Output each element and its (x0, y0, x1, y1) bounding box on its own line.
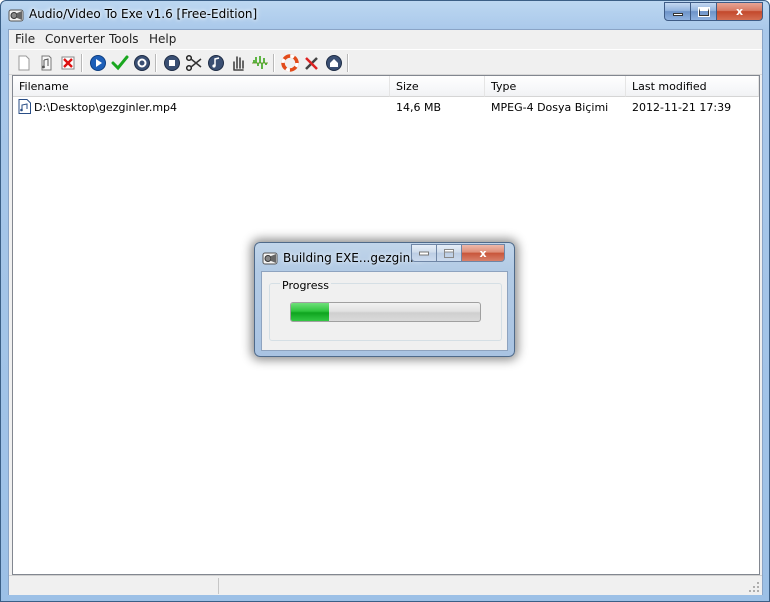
file-type: MPEG-4 Dosya Biçimi (491, 101, 609, 114)
column-header-type[interactable]: Type (485, 76, 626, 97)
file-name: D:\Desktop\gezginler.mp4 (34, 101, 178, 114)
new-button[interactable] (15, 54, 33, 72)
column-header-size[interactable]: Size (390, 76, 485, 97)
waveform-button[interactable] (251, 54, 269, 72)
status-bar (9, 575, 762, 595)
status-pane (219, 578, 749, 594)
waveform-icon (252, 56, 268, 69)
toolbar-separator (81, 54, 83, 72)
media-file-icon (18, 99, 31, 114)
toolbar (9, 49, 762, 75)
open-button[interactable] (37, 54, 55, 72)
maximize-icon (697, 6, 710, 17)
new-icon (18, 55, 30, 71)
title-bar[interactable]: Audio/Video To Exe v1.6 [Free-Edition] x (1, 1, 769, 29)
resize-grip-icon[interactable] (749, 582, 760, 593)
delete-icon (61, 56, 75, 70)
play-icon (90, 55, 106, 71)
open-icon (41, 55, 52, 71)
check-button[interactable] (111, 54, 129, 72)
help-button[interactable] (281, 54, 299, 72)
stop-button[interactable] (163, 54, 181, 72)
file-size: 14,6 MB (396, 101, 442, 114)
dialog-maximize-button[interactable] (437, 244, 462, 262)
dialog-body: Progress (261, 271, 508, 351)
progress-bar (290, 302, 481, 322)
column-header-filename[interactable]: Filename (13, 76, 390, 97)
menu-tools[interactable]: Tools (109, 32, 139, 46)
cut-button[interactable] (185, 54, 203, 72)
music-button[interactable] (207, 54, 225, 72)
settings-button[interactable] (133, 54, 151, 72)
caption-buttons: x (664, 2, 763, 22)
table-row[interactable]: D:\Desktop\gezginler.mp4 14,6 MB MPEG-4 … (13, 98, 759, 116)
lifebuoy-icon (281, 54, 299, 72)
app-icon (8, 9, 24, 22)
progress-fill (291, 303, 329, 321)
progress-group-label: Progress (280, 279, 331, 292)
dialog-minimize-button[interactable] (411, 244, 437, 262)
tools-button[interactable] (303, 54, 321, 72)
home-button[interactable] (325, 54, 343, 72)
window-title: Audio/Video To Exe v1.6 [Free-Edition] (29, 7, 258, 21)
menu-file[interactable]: File (15, 32, 35, 46)
column-header-modified[interactable]: Last modified (626, 76, 759, 97)
hand-icon (233, 56, 244, 71)
close-icon: x (479, 246, 487, 260)
check-icon (111, 55, 129, 71)
hand-button[interactable] (229, 54, 247, 72)
dialog-caption-buttons: x (411, 244, 505, 262)
minimize-icon (672, 13, 683, 16)
toolbar-separator (273, 54, 275, 72)
tools-icon (305, 57, 318, 70)
menu-help[interactable]: Help (149, 32, 176, 46)
progress-dialog: Building EXE...gezginler.... x Progress (254, 242, 515, 357)
home-icon (326, 55, 342, 71)
settings-icon (134, 55, 150, 71)
play-button[interactable] (89, 54, 107, 72)
toolbar-separator (347, 54, 349, 72)
maximize-button[interactable] (691, 2, 717, 21)
menu-converter[interactable]: Converter (45, 32, 105, 46)
file-modified: 2012-11-21 17:39 (632, 101, 732, 114)
close-button[interactable]: x (717, 2, 763, 21)
stop-icon (164, 55, 180, 71)
menu-bar: File Converter Tools Help (9, 30, 762, 48)
music-icon (208, 55, 224, 71)
cut-icon (185, 54, 202, 72)
status-pane (9, 578, 219, 594)
delete-button[interactable] (59, 54, 77, 72)
minimize-button[interactable] (664, 2, 691, 21)
minimize-icon (419, 251, 429, 256)
app-icon (262, 252, 278, 265)
dialog-close-button[interactable]: x (462, 244, 505, 262)
toolbar-separator (155, 54, 157, 72)
close-icon: x (735, 5, 744, 18)
maximize-icon (444, 248, 454, 258)
